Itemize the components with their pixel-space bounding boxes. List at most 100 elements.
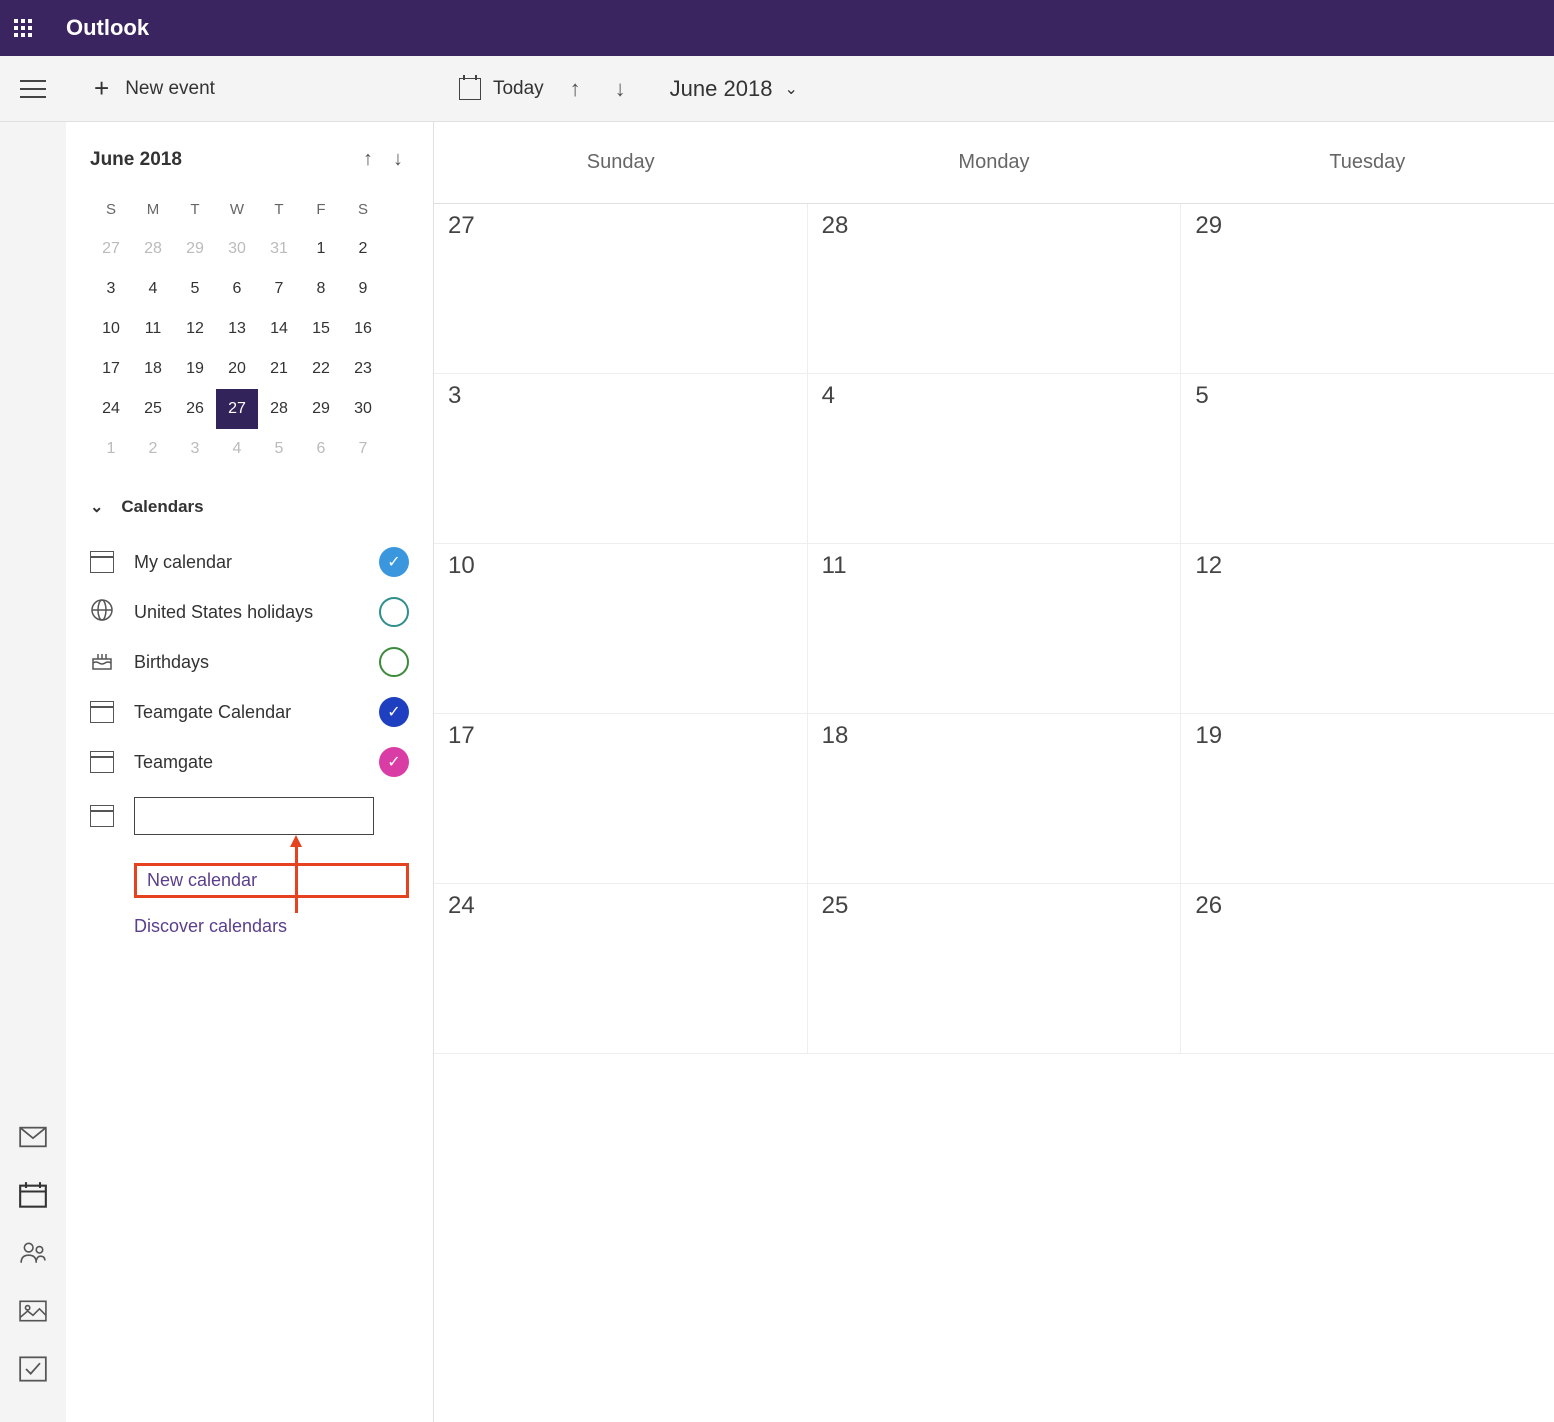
- new-event-label: New event: [125, 78, 215, 100]
- mini-cal-day[interactable]: 29: [174, 229, 216, 269]
- mini-cal-day[interactable]: 18: [132, 349, 174, 389]
- calendar-item[interactable]: Birthdays: [90, 637, 409, 687]
- day-cell[interactable]: 25: [808, 884, 1182, 1054]
- discover-calendars-link[interactable]: Discover calendars: [134, 916, 409, 937]
- mini-cal-day[interactable]: 19: [174, 349, 216, 389]
- day-number: 24: [448, 892, 793, 920]
- mini-cal-day[interactable]: 4: [132, 269, 174, 309]
- mini-cal-day[interactable]: 10: [90, 309, 132, 349]
- mini-cal-day[interactable]: 13: [216, 309, 258, 349]
- sidebar: June 2018 ↑ ↓ SMTWTFS 272829303112345678…: [66, 122, 434, 1422]
- calendar-item[interactable]: My calendar✓: [90, 537, 409, 587]
- check-icon: ✓: [387, 702, 400, 722]
- day-cell[interactable]: 4: [808, 374, 1182, 544]
- day-cell[interactable]: 28: [808, 204, 1182, 374]
- mini-cal-day[interactable]: 6: [216, 269, 258, 309]
- calendar-toggle[interactable]: ✓: [379, 697, 409, 727]
- mini-cal-day[interactable]: 12: [174, 309, 216, 349]
- mini-cal-day[interactable]: 29: [300, 389, 342, 429]
- mini-cal-day[interactable]: 1: [90, 429, 132, 469]
- mini-cal-day[interactable]: 3: [90, 269, 132, 309]
- mini-cal-day[interactable]: 2: [342, 229, 384, 269]
- day-number: 3: [448, 382, 793, 410]
- mini-cal-day[interactable]: 23: [342, 349, 384, 389]
- mini-cal-day[interactable]: 20: [216, 349, 258, 389]
- day-cell[interactable]: 10: [434, 544, 808, 714]
- mini-cal-day[interactable]: 30: [342, 389, 384, 429]
- new-event-button[interactable]: + New event: [94, 73, 215, 104]
- day-cell[interactable]: 17: [434, 714, 808, 884]
- mini-cal-day[interactable]: 30: [216, 229, 258, 269]
- mini-cal-day[interactable]: 7: [258, 269, 300, 309]
- mini-cal-next-button[interactable]: ↓: [387, 146, 409, 173]
- people-icon[interactable]: [18, 1240, 48, 1266]
- mini-cal-dow: T: [174, 189, 216, 229]
- calendar-icon[interactable]: [18, 1182, 48, 1208]
- mini-cal-day[interactable]: 27: [216, 389, 258, 429]
- calendars-section-toggle[interactable]: ⌄ Calendars: [90, 497, 409, 517]
- mini-cal-day[interactable]: 17: [90, 349, 132, 389]
- hamburger-menu-icon[interactable]: [20, 80, 46, 98]
- tasks-icon[interactable]: [18, 1356, 48, 1382]
- day-cell[interactable]: 18: [808, 714, 1182, 884]
- mini-cal-day[interactable]: 25: [132, 389, 174, 429]
- mini-cal-day[interactable]: 4: [216, 429, 258, 469]
- mini-cal-day[interactable]: 27: [90, 229, 132, 269]
- mini-cal-day[interactable]: 6: [300, 429, 342, 469]
- day-cell[interactable]: 3: [434, 374, 808, 544]
- mini-cal-day[interactable]: 16: [342, 309, 384, 349]
- new-calendar-input[interactable]: [134, 797, 374, 835]
- mini-cal-day[interactable]: 15: [300, 309, 342, 349]
- mini-cal-day[interactable]: 22: [300, 349, 342, 389]
- day-header: Sunday: [434, 122, 807, 203]
- day-cell[interactable]: 5: [1181, 374, 1554, 544]
- new-calendar-link[interactable]: New calendar: [134, 863, 409, 898]
- calendar-item[interactable]: Teamgate ✓: [90, 737, 409, 787]
- calendar-toggle[interactable]: [379, 597, 409, 627]
- mini-cal-day[interactable]: 7: [342, 429, 384, 469]
- prev-period-button[interactable]: ↑: [562, 72, 589, 106]
- day-number: 28: [822, 212, 1167, 240]
- mini-cal-dow: S: [342, 189, 384, 229]
- calendar-item[interactable]: Teamgate Calendar✓: [90, 687, 409, 737]
- mini-cal-day[interactable]: 14: [258, 309, 300, 349]
- day-cell[interactable]: 11: [808, 544, 1182, 714]
- mini-cal-prev-button[interactable]: ↑: [357, 146, 379, 173]
- mini-cal-day[interactable]: 1: [300, 229, 342, 269]
- mini-cal-day[interactable]: 28: [132, 229, 174, 269]
- calendar-toggle[interactable]: [379, 647, 409, 677]
- mini-cal-day[interactable]: 31: [258, 229, 300, 269]
- day-cell[interactable]: 27: [434, 204, 808, 374]
- day-number: 11: [822, 552, 1167, 580]
- calendar-item-label: Teamgate: [134, 752, 359, 773]
- new-calendar-row: [90, 787, 409, 845]
- day-cell[interactable]: 26: [1181, 884, 1554, 1054]
- mini-cal-day[interactable]: 11: [132, 309, 174, 349]
- month-selector[interactable]: June 2018 ⌄: [670, 76, 798, 102]
- today-button[interactable]: Today: [459, 78, 544, 100]
- day-cell[interactable]: 24: [434, 884, 808, 1054]
- calendar-toggle[interactable]: ✓: [379, 547, 409, 577]
- calendar-item-label: Birthdays: [134, 652, 359, 673]
- mini-cal-day[interactable]: 9: [342, 269, 384, 309]
- mini-cal-day[interactable]: 21: [258, 349, 300, 389]
- mini-cal-day[interactable]: 26: [174, 389, 216, 429]
- mini-cal-day[interactable]: 24: [90, 389, 132, 429]
- mini-cal-day[interactable]: 5: [258, 429, 300, 469]
- mini-cal-day[interactable]: 3: [174, 429, 216, 469]
- mini-cal-day[interactable]: 2: [132, 429, 174, 469]
- calendar-toggle[interactable]: ✓: [379, 747, 409, 777]
- day-number: 27: [448, 212, 793, 240]
- day-cell[interactable]: 12: [1181, 544, 1554, 714]
- calendar-item[interactable]: United States holidays: [90, 587, 409, 637]
- mini-cal-day[interactable]: 8: [300, 269, 342, 309]
- mini-cal-day[interactable]: 5: [174, 269, 216, 309]
- chevron-down-icon: ⌄: [90, 497, 103, 517]
- mail-icon[interactable]: [18, 1124, 48, 1150]
- mini-cal-day[interactable]: 28: [258, 389, 300, 429]
- day-cell[interactable]: 19: [1181, 714, 1554, 884]
- app-launcher-icon[interactable]: [14, 19, 32, 37]
- photos-icon[interactable]: [18, 1298, 48, 1324]
- next-period-button[interactable]: ↓: [607, 72, 634, 106]
- day-cell[interactable]: 29: [1181, 204, 1554, 374]
